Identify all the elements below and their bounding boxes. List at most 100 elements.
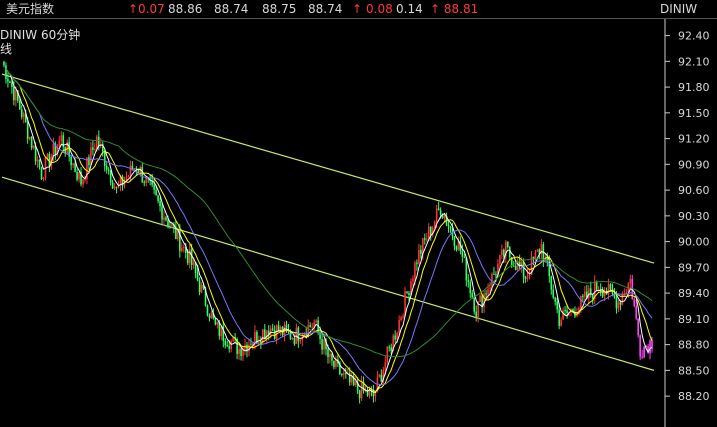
candle-body: [127, 175, 130, 178]
y-tick-label: 90.30: [678, 210, 710, 223]
ma10-line: [5, 68, 653, 392]
candle-body: [420, 249, 422, 254]
candle-body: [321, 339, 323, 350]
candle-body: [443, 216, 446, 218]
candle-body: [88, 157, 90, 165]
candle-body: [617, 302, 620, 309]
candle-body: [552, 289, 555, 298]
candle-body: [453, 236, 456, 247]
candle-body: [425, 239, 428, 241]
candle-body: [615, 297, 618, 309]
candle-body: [58, 141, 61, 147]
candle-body: [589, 288, 592, 295]
candle-body: [244, 344, 246, 351]
candle-body: [74, 163, 76, 172]
candle-body: [230, 341, 232, 350]
candle-body: [167, 220, 169, 227]
candle-body: [437, 208, 440, 211]
candle-body: [388, 346, 391, 348]
price-chart[interactable]: 92.40 92.10 91.80 91.50 91.20 90.90 90.60 90.30…: [0, 19, 717, 427]
candle-body: [398, 320, 400, 334]
candle-body: [335, 359, 337, 367]
ticker-name: 美元指数: [6, 2, 55, 16]
y-tick-label: 90.60: [678, 184, 710, 197]
candle-body: [360, 382, 363, 399]
candle-body: [406, 291, 408, 293]
candle-body: [394, 335, 396, 340]
candle-body: [449, 226, 452, 229]
candle-body: [11, 83, 13, 87]
candle-body: [22, 113, 25, 117]
candle-body: [192, 262, 195, 265]
candle-body: [248, 344, 250, 352]
candle-body: [607, 284, 610, 295]
candle-body: [554, 297, 557, 302]
candle-body: [556, 301, 558, 310]
ticker-high: 88.74: [214, 2, 249, 16]
candle-body: [384, 362, 387, 370]
candle-body: [3, 61, 5, 66]
ticker-arrow: ↑: [352, 2, 363, 16]
candle-body: [196, 272, 199, 281]
candle-body: [639, 335, 641, 357]
candle-body: [475, 311, 477, 318]
candle-body: [109, 170, 112, 183]
candle-body: [42, 177, 45, 180]
candle-body: [103, 151, 106, 167]
candle-body: [493, 273, 495, 275]
candle-body: [18, 100, 21, 110]
candle-body: [206, 305, 209, 316]
ma5-line: [5, 68, 653, 394]
candle-body: [619, 302, 622, 305]
candle-body: [564, 310, 566, 312]
candle-body: [226, 345, 229, 347]
candle-body: [26, 121, 29, 139]
candle-body: [260, 340, 262, 343]
candle-body: [433, 221, 436, 228]
chart-title: DINIW 60分钟: [0, 28, 81, 42]
candle-body: [380, 374, 383, 382]
candle-body: [157, 195, 159, 202]
candle-body: [400, 317, 402, 321]
candle-body: [514, 265, 517, 270]
candle-body: [60, 135, 63, 142]
candle-body: [562, 310, 564, 320]
candle-body: [182, 246, 185, 248]
y-tick-label: 88.20: [678, 390, 710, 403]
candle-body: [216, 322, 219, 325]
candle-body: [439, 210, 442, 216]
y-tick-label: 91.50: [678, 107, 710, 120]
candle-body: [427, 226, 430, 240]
candle-body: [455, 246, 458, 250]
candle-body: [643, 346, 645, 358]
candle-body: [15, 90, 17, 101]
candle-body: [418, 249, 420, 264]
candle-body: [323, 339, 325, 350]
candle-body: [228, 346, 231, 350]
candle-body: [603, 292, 606, 297]
ticker-delta: 0.08: [366, 2, 393, 16]
candle-body: [629, 278, 632, 284]
candle-body: [550, 276, 553, 290]
y-tick-label: 90.90: [678, 158, 710, 171]
ticker-open: 88.86: [168, 2, 203, 16]
y-tick-label: 91.80: [678, 81, 710, 94]
candle-body: [159, 201, 161, 207]
candle-body: [143, 182, 146, 184]
candle-body: [503, 249, 505, 257]
candle-body: [291, 338, 294, 340]
candle-body: [135, 168, 138, 170]
candle-body: [341, 374, 343, 376]
candle-body: [479, 295, 481, 302]
candle-body: [560, 319, 562, 326]
candle-body: [416, 262, 418, 264]
candle-body: [315, 320, 317, 323]
candle-body: [200, 284, 203, 293]
candle-body: [473, 297, 476, 312]
candle-body: [467, 280, 470, 283]
candle-body: [263, 329, 266, 339]
candle-body: [238, 349, 240, 354]
ticker-close: 88.74: [308, 2, 343, 16]
candle-body: [580, 295, 582, 309]
candle-body: [293, 338, 296, 345]
